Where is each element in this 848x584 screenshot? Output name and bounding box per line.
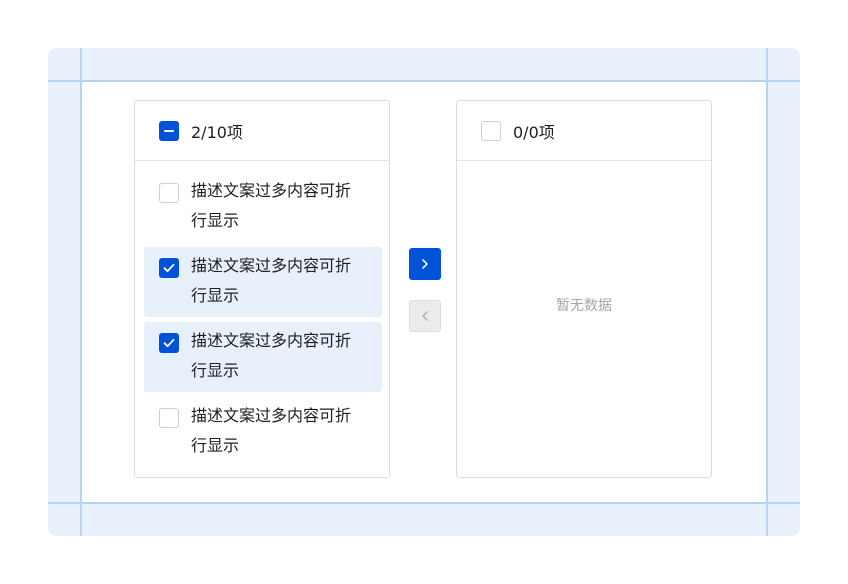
target-list-panel: 0/0项 暂无数据	[456, 100, 712, 478]
target-count-label: 0/0项	[513, 122, 555, 142]
item-label: 描述文案过多内容可折行显示	[191, 406, 352, 455]
item-checkbox[interactable]	[159, 408, 179, 428]
source-list-panel: 2/10项 描述文案过多内容可折行显示 描述文案过多内容可折行显示 描述文案过多…	[134, 100, 390, 478]
source-list-header: 2/10项	[135, 101, 389, 161]
move-to-left-button[interactable]	[409, 300, 441, 332]
list-item[interactable]: 描述文案过多内容可折行显示	[144, 322, 382, 392]
chevron-left-icon	[422, 311, 428, 321]
guide-line-right	[766, 48, 768, 536]
list-item[interactable]: 描述文案过多内容可折行显示	[144, 247, 382, 317]
list-item[interactable]: 描述文案过多内容可折行显示	[144, 172, 382, 242]
target-list-header: 0/0项	[457, 101, 711, 161]
select-all-checkbox[interactable]	[481, 120, 501, 141]
item-checkbox[interactable]	[159, 333, 179, 353]
item-checkbox[interactable]	[159, 183, 179, 203]
move-to-right-button[interactable]	[409, 248, 441, 280]
select-all-checkbox[interactable]	[159, 120, 179, 141]
guide-line-bottom	[48, 502, 800, 504]
indeterminate-icon	[164, 129, 174, 132]
chevron-right-icon	[422, 259, 428, 269]
source-count-label: 2/10项	[191, 122, 243, 142]
empty-state-text: 暂无数据	[556, 298, 612, 314]
item-checkbox[interactable]	[159, 258, 179, 278]
list-item[interactable]: 描述文案过多内容可折行显示	[144, 397, 382, 467]
checkmark-icon	[163, 263, 175, 273]
item-label: 描述文案过多内容可折行显示	[191, 181, 352, 230]
checkmark-icon	[163, 338, 175, 348]
item-label: 描述文案过多内容可折行显示	[191, 331, 352, 380]
item-label: 描述文案过多内容可折行显示	[191, 256, 352, 305]
